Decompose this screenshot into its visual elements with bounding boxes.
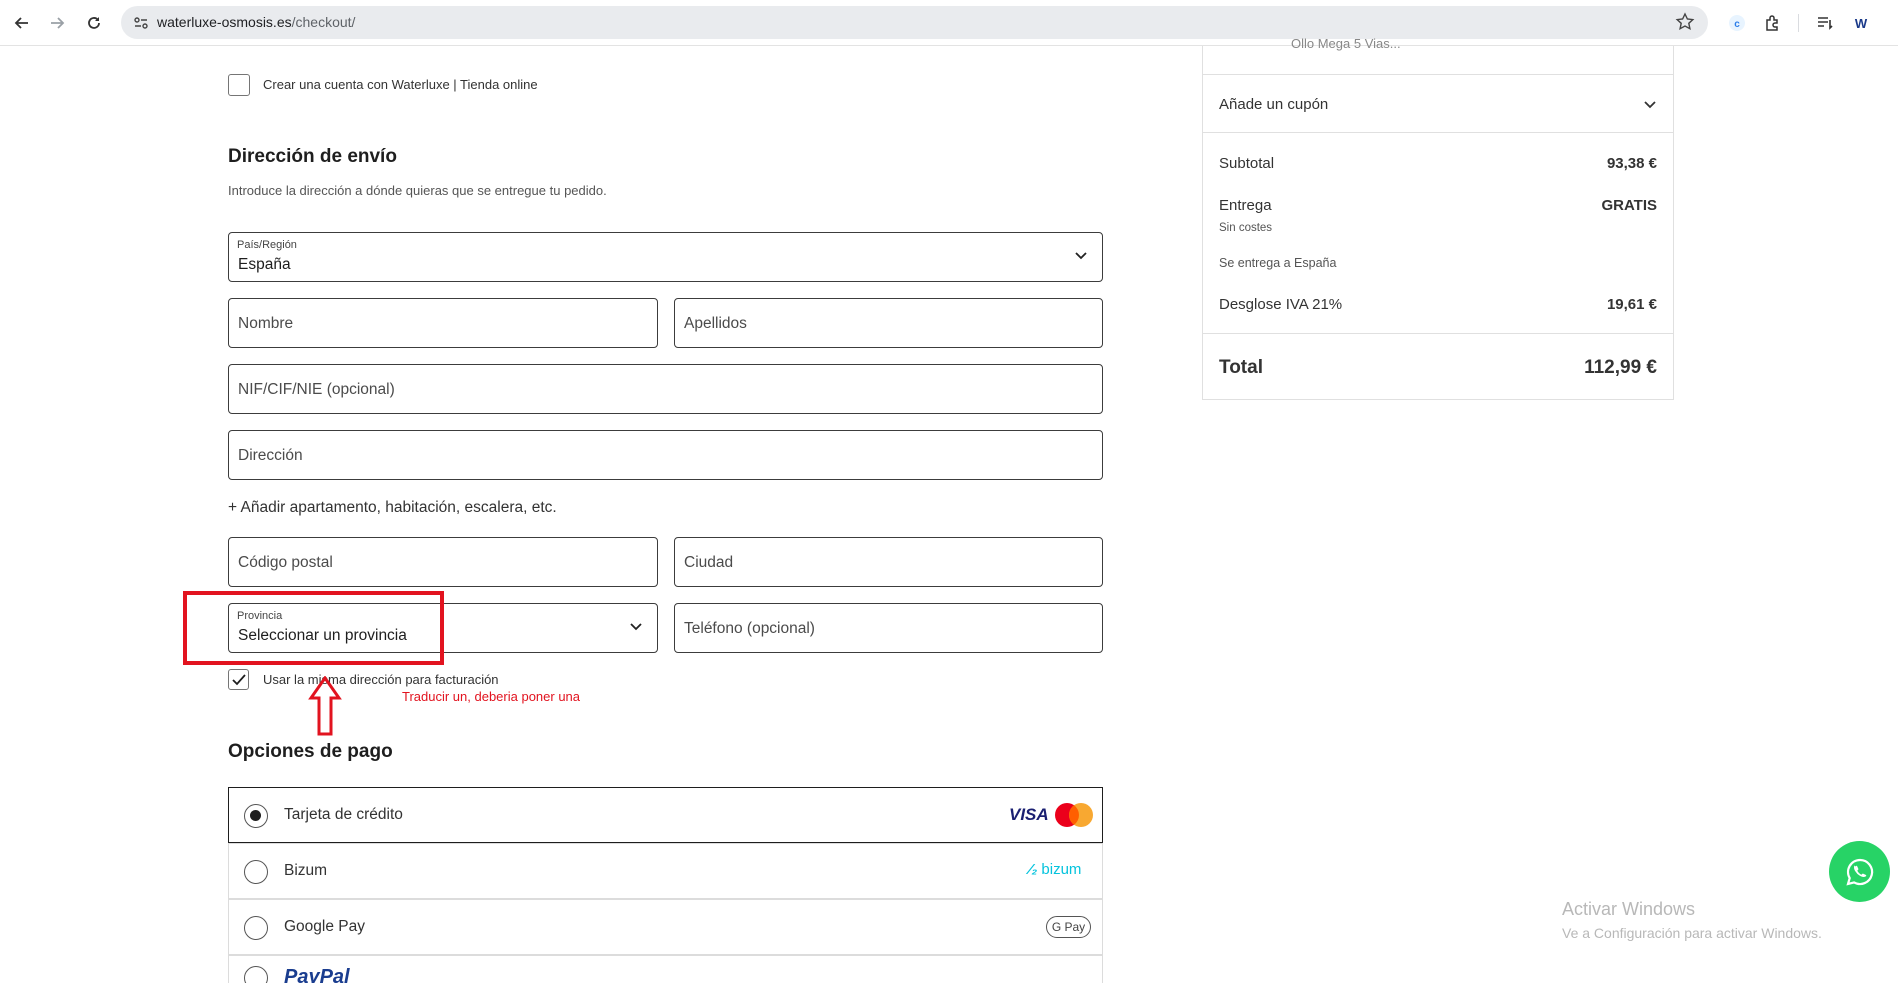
reload-icon — [88, 17, 100, 29]
create-account-label: Crear una cuenta con Waterluxe | Tienda … — [263, 77, 538, 92]
windows-activation-title: Activar Windows — [1562, 899, 1696, 919]
extension-w-icon[interactable]: W — [1849, 11, 1873, 35]
first-name-placeholder: Nombre — [238, 315, 294, 332]
mastercard-logo-icon — [1055, 803, 1093, 827]
radio-google-pay[interactable] — [244, 916, 268, 940]
payment-option-paypal[interactable]: PayPal — [228, 955, 1103, 983]
google-pay-label: Google Pay — [284, 918, 365, 935]
extension-c-icon[interactable]: c — [1725, 11, 1749, 35]
divider — [1203, 74, 1673, 75]
radio-paypal[interactable] — [244, 966, 268, 983]
payment-option-bizum[interactable]: Bizum ⁄₂ bizum — [228, 843, 1103, 899]
divider — [1203, 333, 1673, 334]
delivery-note: Sin costes — [1219, 222, 1273, 234]
paypal-logo: PayPal — [284, 966, 350, 983]
radio-credit-card[interactable] — [244, 804, 268, 828]
vat-row: Desglose IVA 21% 19,61 € — [1219, 296, 1657, 313]
annotation-up-arrow-icon — [308, 676, 342, 736]
visa-logo: VISA — [1009, 805, 1049, 824]
payment-option-credit-card[interactable]: Tarjeta de crédito VISA — [228, 787, 1103, 843]
payment-title: Opciones de pago — [228, 741, 393, 762]
tax-id-field[interactable]: NIF/CIF/NIE (opcional) — [228, 364, 1103, 414]
coupon-label: Añade un cupón — [1219, 96, 1329, 113]
bookmark-star-icon[interactable] — [1675, 12, 1695, 32]
chevron-down-icon — [1075, 252, 1087, 260]
payment-options: Tarjeta de crédito VISA Bizum ⁄₂ bizum G… — [228, 787, 1103, 983]
create-account-checkbox[interactable] — [228, 74, 250, 96]
coupon-toggle[interactable]: Añade un cupón — [1219, 96, 1657, 113]
subtotal-label: Subtotal — [1219, 155, 1275, 172]
last-name-field[interactable]: Apellidos — [674, 298, 1103, 348]
address-placeholder: Dirección — [238, 447, 303, 464]
delivery-destination: Se entrega a España — [1219, 256, 1337, 270]
annotation-note: Traducir un, deberia poner una — [402, 689, 581, 704]
arrow-right-icon — [51, 17, 65, 29]
country-value: España — [238, 256, 291, 273]
back-button[interactable] — [10, 11, 34, 35]
postal-code-placeholder: Código postal — [238, 554, 333, 571]
last-name-placeholder: Apellidos — [684, 315, 747, 332]
bizum-label: Bizum — [284, 862, 328, 879]
shipping-description: Introduce la dirección a dónde quieras q… — [228, 183, 607, 198]
phone-placeholder: Teléfono (opcional) — [684, 620, 815, 637]
postal-code-field[interactable]: Código postal — [228, 537, 658, 587]
phone-field[interactable]: Teléfono (opcional) — [674, 603, 1103, 653]
chevron-down-icon — [1644, 101, 1656, 109]
country-label: País/Región — [237, 239, 297, 251]
credit-card-label: Tarjeta de crédito — [284, 806, 403, 823]
shipping-title: Dirección de envío — [228, 146, 397, 167]
first-name-field[interactable]: Nombre — [228, 298, 658, 348]
site-info-icon[interactable] — [132, 14, 150, 32]
delivery-value: GRATIS — [1601, 197, 1657, 214]
address-bar[interactable]: waterluxe-osmosis.es/checkout/ — [121, 6, 1708, 39]
windows-activation-subtitle: Ve a Configuración para activar Windows. — [1562, 925, 1822, 941]
cut-item-text: Ollo Mega 5 Vias... — [1291, 36, 1401, 51]
reload-button[interactable] — [82, 11, 106, 35]
vat-value: 19,61 € — [1606, 296, 1657, 313]
bizum-logo: ⁄₂ bizum — [1029, 861, 1082, 878]
google-pay-logo: G Pay — [1046, 916, 1091, 938]
svg-text:c: c — [1734, 19, 1740, 30]
whatsapp-icon — [1845, 858, 1873, 886]
divider — [1203, 132, 1673, 133]
checkmark-icon — [232, 674, 246, 686]
whatsapp-chat-button[interactable] — [1829, 841, 1890, 902]
extensions-puzzle-icon[interactable] — [1761, 11, 1785, 35]
city-field[interactable]: Ciudad — [674, 537, 1103, 587]
tax-id-placeholder: NIF/CIF/NIE (opcional) — [238, 381, 395, 398]
total-value: 112,99 € — [1584, 357, 1657, 378]
address-field[interactable]: Dirección — [228, 430, 1103, 480]
arrow-left-icon — [14, 17, 28, 29]
country-select[interactable]: País/Región España — [228, 232, 1103, 282]
city-placeholder: Ciudad — [684, 554, 734, 571]
reading-list-icon[interactable] — [1813, 11, 1837, 35]
forward-button[interactable] — [45, 11, 69, 35]
toolbar-divider — [1798, 14, 1799, 32]
subtotal-row: Subtotal 93,38 € — [1219, 155, 1657, 172]
total-row: Total 112,99 € — [1219, 357, 1657, 379]
url-text: waterluxe-osmosis.es/checkout/ — [157, 14, 356, 30]
same-billing-checkbox[interactable] — [228, 669, 249, 690]
delivery-label: Entrega — [1219, 197, 1272, 214]
order-summary: Ollo Mega 5 Vias... Añade un cupón Subto… — [1202, 36, 1674, 400]
add-apartment-link[interactable]: + Añadir apartamento, habitación, escale… — [228, 499, 557, 517]
payment-option-google-pay[interactable]: Google Pay G Pay — [228, 899, 1103, 955]
chevron-down-icon — [630, 623, 642, 631]
total-label: Total — [1219, 357, 1263, 378]
radio-bizum[interactable] — [244, 860, 268, 884]
subtotal-value: 93,38 € — [1606, 155, 1657, 172]
annotation-highlight-box — [183, 591, 444, 665]
same-billing-label: Usar la misma dirección para facturación — [263, 672, 499, 687]
delivery-row: Entrega GRATIS — [1219, 197, 1657, 214]
browser-toolbar: waterluxe-osmosis.es/checkout/ c W — [0, 0, 1898, 46]
vat-label: Desglose IVA 21% — [1219, 296, 1343, 313]
